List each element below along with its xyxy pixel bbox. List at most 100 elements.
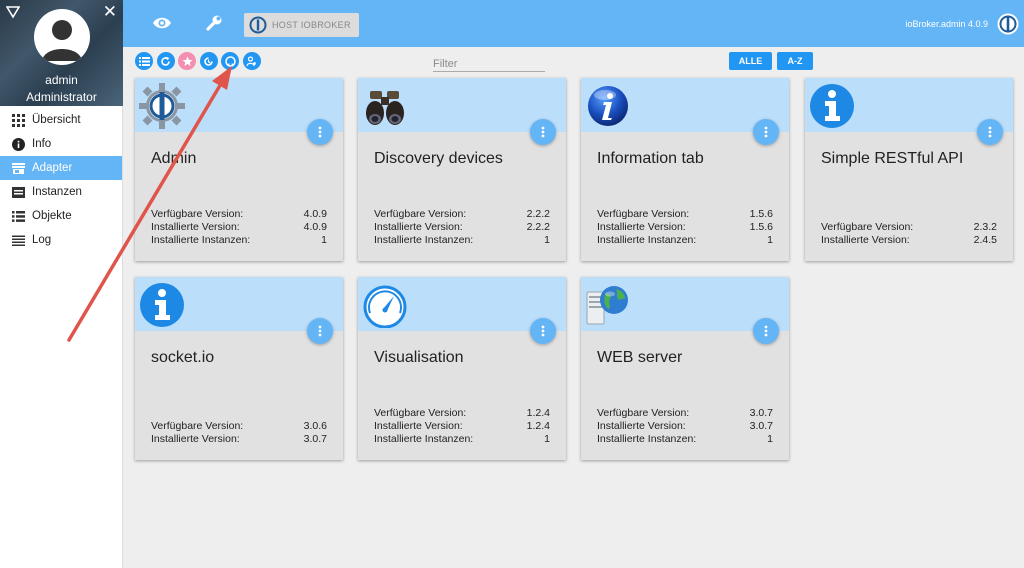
installed-instances-value: 1	[544, 433, 550, 445]
card-title: Discovery devices	[374, 150, 503, 167]
card-more-button[interactable]	[977, 119, 1003, 145]
card-more-button[interactable]	[530, 119, 556, 145]
app-version: ioBroker.admin 4.0.9	[905, 19, 988, 29]
refresh-button[interactable]	[156, 52, 175, 70]
installed-instances-value: 1	[767, 433, 773, 445]
filter-field[interactable]	[433, 54, 545, 73]
host-label: HOST IOBROKER	[272, 20, 351, 30]
card-title: WEB server	[597, 349, 683, 366]
installed-version-value: 4.0.9	[303, 221, 327, 233]
card-more-button[interactable]	[307, 119, 333, 145]
user-name: admin	[45, 73, 78, 87]
close-icon[interactable]: ✕	[103, 3, 117, 20]
star-icon	[182, 56, 192, 66]
user-role: Administrator	[26, 90, 97, 104]
more-vert-icon	[318, 126, 322, 138]
sidebar-item-label: Log	[32, 234, 52, 246]
card-more-button[interactable]	[753, 119, 779, 145]
sidebar-item-label: Adapter	[32, 162, 73, 174]
card-title: socket.io	[151, 349, 215, 366]
web-server-globe-icon	[586, 286, 628, 325]
list-view-icon	[138, 56, 150, 66]
card-more-button[interactable]	[753, 318, 779, 344]
card-info: Verfügbare Version: 3.0.7 Installierte Ve…	[597, 407, 773, 446]
menu-toggle-icon[interactable]	[6, 5, 20, 19]
sidebar-item-adapter[interactable]: Adapter	[0, 156, 122, 180]
eye-icon[interactable]	[152, 14, 172, 32]
sidebar-item-label: Instanzen	[32, 186, 82, 198]
wrench-icon[interactable]	[205, 14, 223, 32]
card-title: Simple RESTful API	[821, 150, 964, 167]
card-title: Visualisation	[374, 349, 464, 366]
info-blue-icon	[810, 84, 854, 128]
list-view-button[interactable]	[135, 52, 153, 70]
installed-instances-label: Installierte Instanzen:	[151, 234, 251, 246]
installed-instances-label: Installierte Instanzen:	[597, 433, 697, 445]
installed-version-value: 1.2.4	[526, 420, 550, 432]
sidebar-item-log[interactable]: Log	[0, 228, 122, 252]
instances-icon	[12, 186, 25, 198]
iobroker-logo-icon	[249, 16, 267, 34]
update-button[interactable]	[199, 52, 218, 70]
github-icon	[224, 55, 236, 67]
more-vert-icon	[541, 126, 545, 138]
more-vert-icon	[318, 325, 322, 337]
sidebar: ✕ admin Administrator Übersicht Info Ada…	[0, 0, 123, 568]
iobroker-gear-icon	[139, 83, 185, 129]
iobroker-logo-icon[interactable]	[997, 13, 1019, 35]
sidebar-item-label: Übersicht	[32, 114, 81, 126]
user-silhouette-icon	[42, 20, 82, 61]
lines-icon	[12, 235, 25, 246]
top-app-bar: HOST IOBROKER ioBroker.admin 4.0.9	[123, 0, 1024, 47]
card-more-button[interactable]	[307, 318, 333, 344]
card-info: Verfügbare Version: 2.2.2 Installierte Ve…	[374, 208, 550, 247]
custom-install-button[interactable]	[242, 52, 261, 70]
available-version-value: 2.3.2	[973, 221, 997, 233]
favorites-button[interactable]	[178, 52, 196, 70]
available-version-value: 3.0.7	[749, 407, 773, 419]
card-info: Verfügbare Version: 1.2.4 Installierte Ve…	[374, 407, 550, 446]
available-version-value: 3.0.6	[303, 420, 327, 432]
host-selector-button[interactable]: HOST IOBROKER	[244, 13, 359, 37]
more-vert-icon	[988, 126, 992, 138]
sidebar-item-objekte[interactable]: Objekte	[0, 204, 122, 228]
installed-instances-label: Installierte Instanzen:	[374, 234, 474, 246]
gauge-icon	[363, 285, 407, 328]
installed-instances-label: Installierte Instanzen:	[597, 234, 697, 246]
installed-version-value: 2.2.2	[526, 221, 550, 233]
available-version-value: 2.2.2	[526, 208, 550, 220]
install-from-github-button[interactable]	[221, 52, 239, 70]
card-more-button[interactable]	[530, 318, 556, 344]
installed-instances-value: 1	[544, 234, 550, 246]
sidebar-item-info[interactable]: Info	[0, 132, 122, 156]
available-version-label: Verfügbare Version:	[597, 407, 690, 419]
card-info: Verfügbare Version: 4.0.9 Installierte Ve…	[151, 208, 327, 247]
more-vert-icon	[764, 126, 768, 138]
show-all-button[interactable]: ALLE	[729, 52, 772, 70]
more-vert-icon	[541, 325, 545, 337]
installed-version-value: 2.4.5	[973, 234, 997, 246]
available-version-value: 1.5.6	[749, 208, 773, 220]
available-version-label: Verfügbare Version:	[821, 221, 914, 233]
adapter-card-visualisation: Visualisation Verfügbare Version: 1.2.4 I…	[358, 277, 566, 460]
info-circle-icon	[12, 137, 25, 151]
sidebar-item-instanzen[interactable]: Instanzen	[0, 180, 122, 204]
adapter-card-socketio: socket.io Verfügbare Version: 3.0.6 Insta…	[135, 277, 343, 460]
adapter-card-information-tab: Information tab Verfügbare Version: 1.5.6…	[581, 78, 789, 261]
installed-version-label: Installierte Version:	[374, 221, 463, 233]
available-version-label: Verfügbare Version:	[374, 407, 467, 419]
installed-version-label: Installierte Version:	[151, 433, 240, 445]
installed-version-label: Installierte Version:	[374, 420, 463, 432]
adapter-card-admin: Admin Verfügbare Version: 4.0.9 Installie…	[135, 78, 343, 261]
sort-az-button[interactable]: A-Z	[777, 52, 813, 70]
info-blue-icon	[140, 283, 184, 327]
sidebar-item-uebersicht[interactable]: Übersicht	[0, 108, 122, 132]
sidebar-menu: Übersicht Info Adapter Instanzen Objekte…	[0, 108, 122, 252]
installed-version-label: Installierte Version:	[821, 234, 910, 246]
store-icon	[12, 162, 25, 174]
installed-version-value: 1.5.6	[749, 221, 773, 233]
card-info: Verfügbare Version: 1.5.6 Installierte Ve…	[597, 208, 773, 247]
card-title: Admin	[151, 150, 197, 167]
filter-input[interactable]	[433, 55, 545, 73]
installed-instances-label: Installierte Instanzen:	[374, 433, 474, 445]
